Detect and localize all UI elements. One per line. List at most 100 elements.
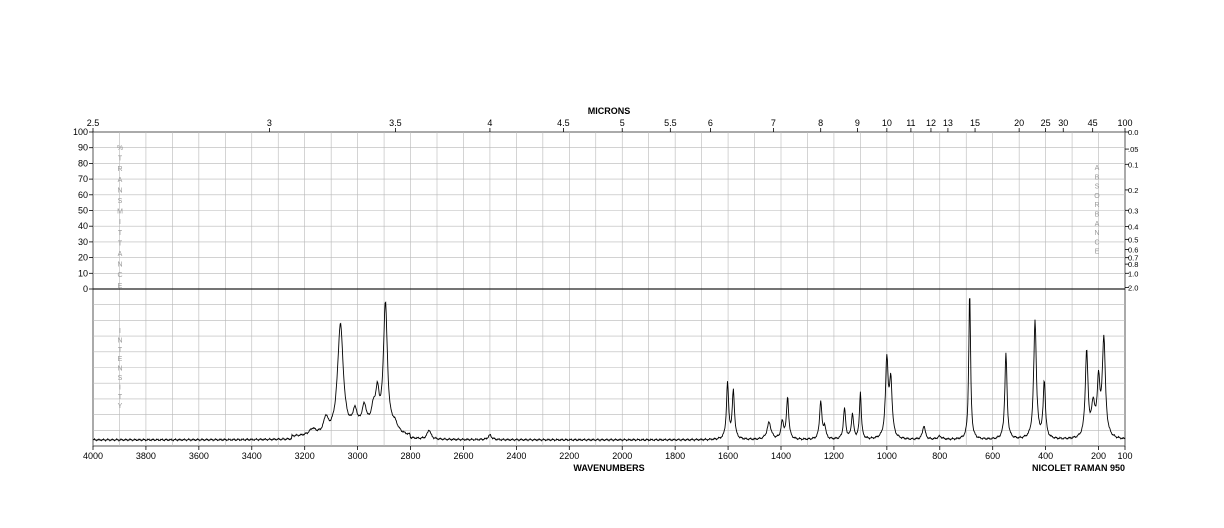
intensity-axis-title-char: S	[118, 375, 123, 382]
micron-tick-label: 3.5	[389, 118, 402, 128]
intensity-axis-title-char: N	[117, 337, 122, 344]
transmittance-tick-label: 20	[78, 253, 88, 263]
chart-title: MICRONS	[588, 106, 631, 116]
wavenumber-tick-label: 2600	[453, 451, 473, 461]
transmittance-axis-title-char: S	[118, 198, 123, 205]
micron-tick-label: 20	[1014, 118, 1024, 128]
intensity-axis-title-char: I	[119, 384, 121, 391]
micron-axis: 2.5 3 3.5 4 4.5 5 5.5 6 7 8 9 10 11 12 13 15 20 25 30 45 100	[87, 118, 1133, 132]
transmittance-axis: 1009080706050403020100	[73, 127, 93, 294]
transmittance-tick-label: 0	[83, 284, 88, 294]
side-labels: %TRANSMITTANCEABSORBANCEINTENSITY	[117, 145, 1100, 410]
micron-tick-label: 45	[1088, 118, 1098, 128]
absorbance-axis-title-char: B	[1095, 174, 1100, 181]
transmittance-tick-label: 100	[73, 127, 88, 137]
micron-tick-label: 25	[1041, 118, 1051, 128]
absorbance-tick-label: .05	[1128, 145, 1138, 154]
micron-tick-label: 5	[620, 118, 625, 128]
micron-tick-label: 6	[708, 118, 713, 128]
absorbance-tick-label: 1.0	[1128, 269, 1138, 278]
transmittance-axis-title-char: I	[119, 219, 121, 226]
absorbance-axis-title-char: E	[1095, 249, 1100, 256]
wavenumber-tick-label: 1800	[665, 451, 685, 461]
transmittance-axis-title-char: R	[117, 166, 122, 173]
absorbance-axis-title-char: S	[1095, 184, 1100, 191]
wavenumber-tick-label: 2800	[401, 451, 421, 461]
intensity-axis-title-char: Y	[118, 403, 123, 410]
wavenumber-tick-label: 200	[1091, 451, 1106, 461]
absorbance-tick-label: 0.8	[1128, 260, 1138, 269]
wavenumber-tick-label: 800	[932, 451, 947, 461]
transmittance-axis-title-char: N	[117, 262, 122, 269]
transmittance-tick-label: 30	[78, 237, 88, 247]
transmittance-tick-label: 10	[78, 268, 88, 278]
raman-spectrum-chart: 2.5 3 3.5 4 4.5 5 5.5 6 7 8 9 10 11 12 13 15 20 25 30 45 100…	[73, 106, 1138, 473]
absorbance-tick-label: 2.0	[1128, 283, 1138, 292]
micron-tick-label: 8	[818, 118, 823, 128]
micron-tick-label: 12	[926, 118, 936, 128]
wavenumber-tick-label: 3400	[242, 451, 262, 461]
wavenumber-tick-label: 1600	[718, 451, 738, 461]
absorbance-axis-title-char: B	[1095, 212, 1100, 219]
absorbance-axis-title-char: R	[1094, 202, 1099, 209]
micron-tick-label: 4.5	[557, 118, 570, 128]
absorbance-tick-label: 0.3	[1128, 206, 1138, 215]
intensity-axis-title-char: T	[118, 347, 123, 354]
wavenumber-tick-label: 600	[985, 451, 1000, 461]
intensity-axis-title-char: E	[118, 356, 123, 363]
intensity-axis-title-char: T	[118, 394, 123, 401]
absorbance-tick-label: 0.1	[1128, 160, 1138, 169]
wavenumber-tick-label: 3200	[295, 451, 315, 461]
micron-tick-label: 2.5	[87, 118, 100, 128]
micron-tick-label: 15	[970, 118, 980, 128]
grid-lines	[92, 131, 1126, 447]
wavenumber-axis: 4000 3800 3600 3400 3200 3000 2800 2600 2400 2200…	[83, 446, 1133, 461]
absorbance-axis-title-char: C	[1094, 239, 1099, 246]
micron-tick-label: 5.5	[664, 118, 677, 128]
transmittance-tick-label: 40	[78, 221, 88, 231]
absorbance-axis-title-char: O	[1094, 193, 1100, 200]
absorbance-tick-label: 0.4	[1128, 222, 1138, 231]
absorbance-tick-label: 0.0	[1128, 128, 1138, 137]
micron-tick-label: 30	[1058, 118, 1068, 128]
transmittance-axis-title-char: M	[117, 209, 123, 216]
transmittance-axis-title-char: T	[118, 230, 123, 237]
wavenumber-tick-label: 3600	[189, 451, 209, 461]
micron-tick-label: 3	[267, 118, 272, 128]
transmittance-tick-label: 90	[78, 143, 88, 153]
wavenumber-tick-label: 4000	[83, 451, 103, 461]
intensity-axis-title-char: N	[117, 366, 122, 373]
transmittance-axis-title-char: C	[117, 272, 122, 279]
transmittance-axis-title-char: T	[118, 156, 123, 163]
wavenumber-tick-label: 2400	[506, 451, 526, 461]
wavenumber-tick-label: 3800	[136, 451, 156, 461]
micron-tick-label: 13	[943, 118, 953, 128]
intensity-axis-title-char: I	[119, 328, 121, 335]
absorbance-tick-label: 0.2	[1128, 186, 1138, 195]
wavenumber-tick-label: 100	[1117, 451, 1132, 461]
micron-tick-label: 9	[855, 118, 860, 128]
transmittance-axis-title-char: A	[118, 251, 123, 258]
transmittance-tick-label: 70	[78, 174, 88, 184]
transmittance-tick-label: 60	[78, 190, 88, 200]
micron-tick-label: 10	[882, 118, 892, 128]
wavenumber-tick-label: 1400	[771, 451, 791, 461]
wavenumber-tick-label: 1000	[877, 451, 897, 461]
wavenumber-tick-label: 400	[1038, 451, 1053, 461]
wavenumber-tick-label: 2000	[612, 451, 632, 461]
transmittance-axis-title-char: A	[118, 177, 123, 184]
transmittance-axis-title-char: T	[118, 240, 123, 247]
micron-tick-label: 11	[906, 118, 915, 128]
absorbance-axis: 0.0.050.10.20.30.40.50.60.70.81.02.0	[1125, 128, 1138, 292]
wavenumber-tick-label: 1200	[824, 451, 844, 461]
transmittance-tick-label: 50	[78, 206, 88, 216]
spectrum-line	[92, 298, 1126, 442]
micron-tick-label: 7	[771, 118, 776, 128]
micron-tick-label: 4	[487, 118, 492, 128]
absorbance-axis-title-char: A	[1095, 165, 1100, 172]
x-axis-title: WAVENUMBERS	[573, 463, 644, 473]
transmittance-axis-title-char: N	[117, 187, 122, 194]
wavenumber-tick-label: 2200	[559, 451, 579, 461]
absorbance-axis-title-char: A	[1095, 221, 1100, 228]
micron-tick-label: 100	[1117, 118, 1132, 128]
